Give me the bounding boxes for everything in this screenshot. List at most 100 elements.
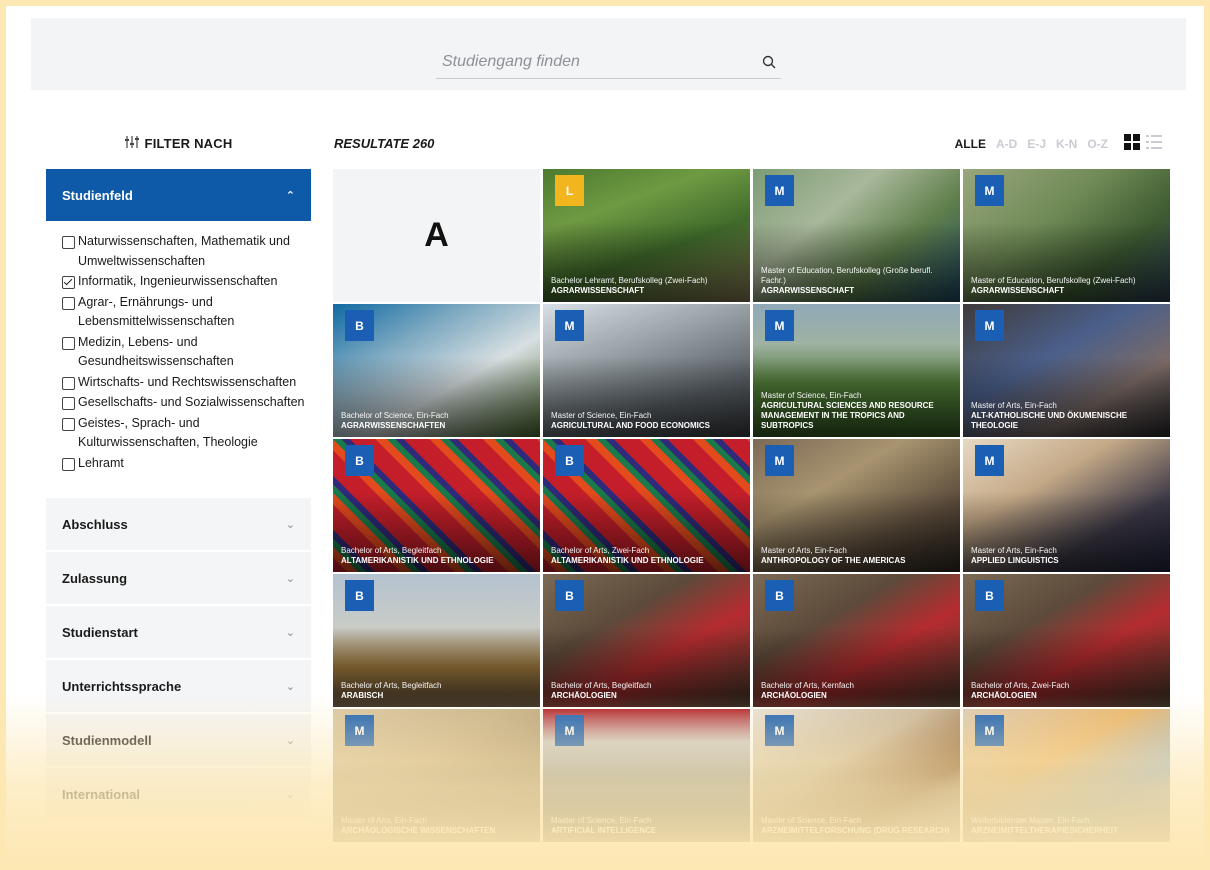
program-card[interactable]: M Master of Arts, Ein-Fach ALT-KATHOLISCHE… — [963, 304, 1170, 437]
card-caption: Master of Education, Berufskolleg (Zwei-… — [971, 276, 1162, 296]
program-card[interactable]: M Master of Science, Ein-Fach AGRICULTURAL… — [543, 304, 750, 437]
accordion-abschluss[interactable]: Abschluss ⌄ — [46, 498, 311, 550]
program-card[interactable]: M Master of Science, Ein-Fach ARTIFICIAL I… — [543, 709, 750, 842]
accordion-studienmodell[interactable]: Studienmodell ⌄ — [46, 714, 311, 766]
card-title: ANTHROPOLOGY OF THE AMERICAS — [761, 556, 906, 565]
option-label: Naturwissenschaften, Mathematik und Umwe… — [78, 234, 290, 268]
option-medizin[interactable]: Medizin, Lebens- und Gesundheitswissensc… — [62, 333, 311, 372]
accordion-label: International — [62, 786, 141, 802]
accordion-unterrichtssprache[interactable]: Unterrichtssprache ⌄ — [46, 660, 311, 712]
accordion-label: Studienstart — [62, 624, 138, 640]
search-icon[interactable] — [757, 50, 781, 74]
program-card[interactable]: L Bachelor Lehramt, Berufskolleg (Zwei-Fa… — [543, 169, 750, 302]
program-card[interactable]: M Master of Arts, Ein-Fach ARCHÄOLOGISCHE … — [333, 709, 540, 842]
option-lehramt[interactable]: Lehramt — [62, 454, 311, 474]
checkbox[interactable] — [62, 457, 75, 471]
card-title: AGRICULTURAL AND FOOD ECONOMICS — [551, 421, 710, 430]
card-caption: Bachelor of Arts, Kernfach ARCHÄOLOGIEN — [761, 681, 952, 701]
degree-badge: M — [765, 175, 794, 206]
card-caption: Master of Science, Ein-Fach AGRICULTURAL … — [761, 391, 952, 431]
checkbox[interactable] — [62, 397, 75, 410]
option-geistes[interactable]: Geistes-, Sprach- und Kulturwissenschaft… — [62, 414, 311, 453]
card-caption: Master of Arts, Ein-Fach APPLIED LINGUIST… — [971, 546, 1162, 566]
chevron-down-icon: ⌄ — [285, 572, 295, 585]
letter-filter-o-z[interactable]: O-Z — [1087, 137, 1108, 151]
card-caption: Bachelor of Arts, Begleitfach ALTAMERIKAN… — [341, 546, 532, 566]
card-degree-type: Bachelor of Arts, Begleitfach — [341, 546, 442, 555]
list-view-icon[interactable] — [1146, 134, 1162, 153]
accordion-studienstart[interactable]: Studienstart ⌄ — [46, 606, 311, 658]
degree-badge: M — [975, 175, 1004, 206]
program-card[interactable]: B Bachelor of Arts, Begleitfach ALTAMERIKA… — [333, 439, 540, 572]
checkbox[interactable] — [62, 376, 75, 390]
program-card[interactable]: M Master of Science, Ein-Fach ARZNEIMITTEL… — [753, 709, 960, 842]
card-title: APPLIED LINGUISTICS — [971, 556, 1059, 565]
chevron-down-icon: ⌄ — [285, 788, 295, 801]
accordion-international[interactable]: International ⌄ — [46, 768, 311, 820]
card-caption: Master of Arts, Ein-Fach ALT-KATHOLISCHE … — [971, 401, 1162, 431]
card-caption: Master of Arts, Ein-Fach ARCHÄOLOGISCHE W… — [341, 816, 532, 836]
checkbox[interactable] — [62, 296, 75, 310]
program-card[interactable]: B Bachelor of Arts, Zwei-Fach ALTAMERIKANI… — [543, 439, 750, 572]
card-caption: Master of Arts, Ein-Fach ANTHROPOLOGY OF … — [761, 546, 952, 566]
program-card[interactable]: B Bachelor of Arts, Zwei-Fach ARCHÄOLOGIEN — [963, 574, 1170, 707]
accordion-studienfeld[interactable]: Studienfeld ⌃ — [46, 169, 311, 221]
filter-heading: FILTER NACH — [46, 136, 311, 151]
program-card[interactable]: B Bachelor of Science, Ein-Fach AGRARWISSE… — [333, 304, 540, 437]
card-degree-type: Weiterbildender Master, Ein-Fach — [971, 816, 1090, 825]
program-card[interactable]: M Weiterbildender Master, Ein-Fach ARZNEIM… — [963, 709, 1170, 842]
option-wirtschaft[interactable]: Wirtschafts- und Rechtswissenschaften — [62, 373, 311, 393]
filter-sidebar: Studienfeld ⌃ Naturwissenschaften, Mathe… — [46, 169, 311, 822]
checkbox-checked[interactable] — [62, 276, 75, 289]
option-gesellschaft[interactable]: Gesellschafts- und Sozialwissenschaften — [62, 393, 311, 413]
card-degree-type: Master of Arts, Ein-Fach — [761, 546, 847, 555]
option-naturwissenschaften[interactable]: Naturwissenschaften, Mathematik und Umwe… — [62, 232, 311, 271]
checkbox[interactable] — [62, 236, 75, 249]
option-agrar[interactable]: Agrar-, Ernährungs- und Lebensmittelwiss… — [62, 293, 311, 332]
card-caption: Bachelor of Arts, Begleitfach ARABISCH — [341, 681, 532, 701]
letter-filter-k-n[interactable]: K-N — [1056, 137, 1077, 151]
letter-section-tile: A — [333, 169, 540, 302]
program-card[interactable]: M Master of Arts, Ein-Fach ANTHROPOLOGY OF… — [753, 439, 960, 572]
card-caption: Bachelor of Science, Ein-Fach AGRARWISSEN… — [341, 411, 532, 431]
program-card[interactable]: M Master of Science, Ein-Fach AGRICULTURAL… — [753, 304, 960, 437]
search-input[interactable] — [436, 53, 757, 71]
card-title: AGRARWISSENSCHAFT — [971, 286, 1065, 295]
program-card[interactable]: M Master of Education, Berufskolleg (Zwei… — [963, 169, 1170, 302]
letter-filter-all[interactable]: ALLE — [955, 137, 986, 151]
card-degree-type: Master of Science, Ein-Fach — [551, 411, 652, 420]
accordion-label: Abschluss — [62, 516, 128, 532]
card-degree-type: Master of Education, Berufskolleg (Zwei-… — [971, 276, 1136, 285]
degree-badge: B — [975, 580, 1004, 611]
grid-view-icon[interactable] — [1124, 134, 1140, 153]
checkbox[interactable] — [62, 336, 75, 350]
card-caption: Weiterbildender Master, Ein-Fach ARZNEIMI… — [971, 816, 1162, 836]
card-title: AGRICULTURAL SCIENCES AND RESOURCE MANAG… — [761, 401, 934, 430]
card-title: ARABISCH — [341, 691, 384, 700]
card-degree-type: Bachelor Lehramt, Berufskolleg (Zwei-Fac… — [551, 276, 708, 285]
program-card[interactable]: B Bachelor of Arts, Kernfach ARCHÄOLOGIEN — [753, 574, 960, 707]
card-title: ALTAMERIKANISTIK UND ETHNOLOGIE — [551, 556, 704, 565]
checkbox[interactable] — [62, 417, 75, 431]
option-informatik[interactable]: Informatik, Ingenieurwissenschaften — [62, 272, 311, 292]
card-title: ARTIFICIAL INTELLIGENCE — [551, 826, 657, 835]
program-card[interactable]: M Master of Arts, Ein-Fach APPLIED LINGUIS… — [963, 439, 1170, 572]
degree-badge: M — [975, 715, 1004, 746]
results-grid: A L Bachelor Lehramt, Berufskolleg (Zwei-… — [333, 169, 1170, 842]
card-caption: Bachelor of Arts, Zwei-Fach ARCHÄOLOGIEN — [971, 681, 1162, 701]
card-title: ALTAMERIKANISTIK UND ETHNOLOGIE — [341, 556, 494, 565]
program-card[interactable]: M Master of Education, Berufskolleg (Groß… — [753, 169, 960, 302]
degree-badge: L — [555, 175, 584, 206]
program-card[interactable]: B Bachelor of Arts, Begleitfach ARABISCH — [333, 574, 540, 707]
degree-badge: M — [345, 715, 374, 746]
accordion-label: Zulassung — [62, 570, 128, 586]
program-card[interactable]: B Bachelor of Arts, Begleitfach ARCHÄOLOGI… — [543, 574, 750, 707]
accordion-zulassung[interactable]: Zulassung ⌄ — [46, 552, 311, 604]
card-caption: Bachelor Lehramt, Berufskolleg (Zwei-Fac… — [551, 276, 742, 296]
letter-filter-bar: ALLE A-D E-J K-N O-Z — [955, 134, 1162, 153]
chevron-down-icon: ⌄ — [285, 626, 295, 639]
card-caption: Master of Education, Berufskolleg (Große… — [761, 266, 952, 296]
letter-filter-a-d[interactable]: A-D — [996, 137, 1017, 151]
option-label: Medizin, Lebens- und Gesundheitswissensc… — [78, 334, 234, 369]
letter-filter-e-j[interactable]: E-J — [1027, 137, 1046, 151]
